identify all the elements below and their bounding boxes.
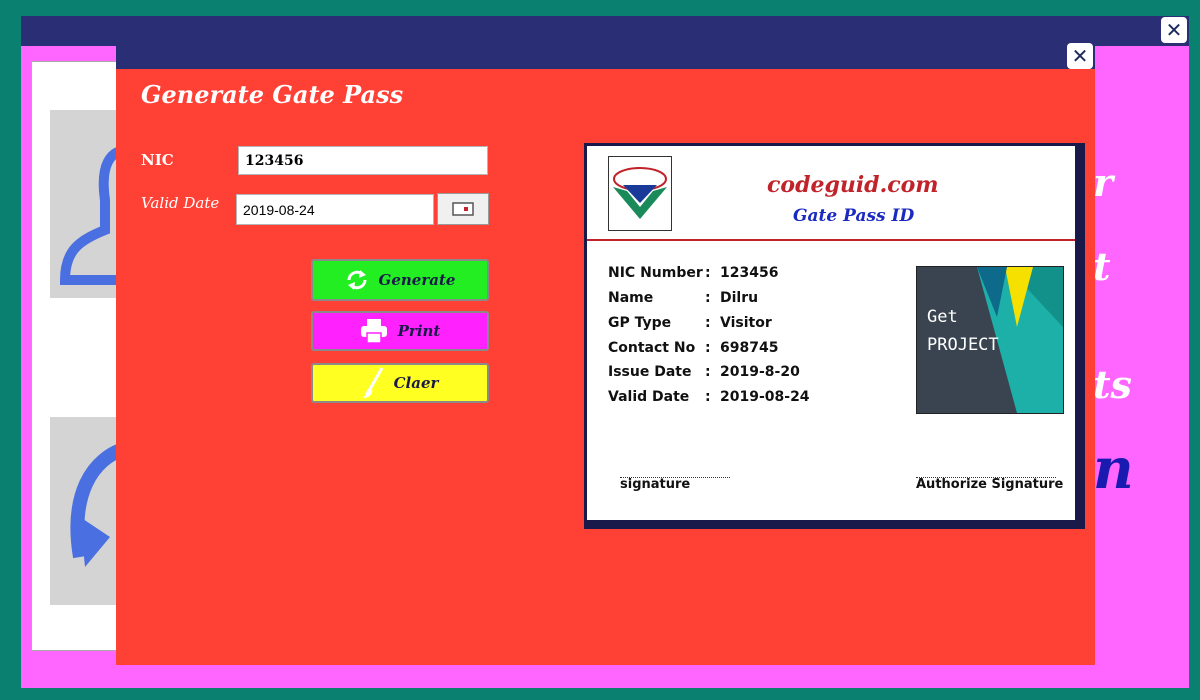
signature-label: signature (620, 477, 691, 492)
background-text-3: ts (1093, 362, 1132, 407)
card-row-colon: : (705, 340, 711, 356)
authorize-signature-label: Authorize Signature (916, 477, 1064, 492)
card-row-colon: : (705, 364, 711, 380)
close-icon[interactable]: ✕ (1067, 43, 1093, 69)
valid-date-input[interactable]: 2019-08-24 (236, 194, 434, 225)
card-site-name: codeguid.com (767, 172, 939, 198)
card-row-value-gp-type: Visitor (720, 315, 772, 331)
card-divider (587, 239, 1075, 241)
card-row-value-valid-date: 2019-08-24 (720, 389, 810, 405)
generate-label: Generate (378, 271, 456, 289)
brush-icon (362, 367, 383, 398)
card-row-label-valid-date: Valid Date (608, 389, 690, 405)
card-row-label-issue-date: Issue Date (608, 364, 692, 380)
refresh-icon (347, 270, 367, 290)
date-picker-button[interactable] (437, 193, 489, 225)
card-row-label-name: Name (608, 290, 654, 306)
printer-icon (360, 319, 387, 344)
card-row-colon: : (705, 290, 711, 306)
nic-label: NIC (141, 151, 174, 169)
valid-date-label: Valid Date (141, 194, 220, 212)
background-titlebar (21, 16, 1189, 46)
card-row-colon: : (705, 389, 711, 405)
nic-input-value: 123456 (245, 152, 304, 169)
photo-text-get: Get (927, 307, 958, 327)
clear-button[interactable]: Claer (311, 363, 489, 403)
card-subtitle: Gate Pass ID (793, 206, 915, 226)
card-row-colon: : (705, 315, 711, 331)
gate-pass-card: codeguid.com Gate Pass ID NIC Number Nam… (584, 143, 1085, 529)
background-text-4: n (1093, 436, 1134, 502)
background-text-2: t (1093, 244, 1111, 289)
print-button[interactable]: Print (311, 311, 489, 351)
card-row-value-contact: 698745 (720, 340, 779, 356)
clear-label: Claer (393, 374, 439, 392)
nic-input[interactable]: 123456 (238, 146, 488, 175)
generate-button[interactable]: Generate (311, 259, 489, 301)
card-row-value-nic: 123456 (720, 265, 779, 281)
card-row-label-nic: NIC Number (608, 265, 703, 281)
background-left-panel (31, 61, 133, 651)
valid-date-value: 2019-08-24 (243, 201, 315, 218)
card-row-value-name: Dilru (720, 290, 759, 306)
dialog-title: Generate Gate Pass (141, 80, 404, 109)
card-row-label-contact: Contact No (608, 340, 696, 356)
calendar-icon (452, 202, 474, 216)
photo-text-project: PROJECT (927, 335, 999, 355)
card-row-label-gp-type: GP Type (608, 315, 672, 331)
print-label: Print (397, 322, 441, 340)
dialog-titlebar (116, 43, 1095, 69)
visitor-photo: Get PROJECT (916, 266, 1064, 414)
card-row-value-issue-date: 2019-8-20 (720, 364, 800, 380)
logo-icon (608, 156, 672, 231)
card-row-colon: : (705, 265, 711, 281)
close-icon[interactable]: ✕ (1161, 17, 1187, 43)
gate-pass-dialog: ✕ Generate Gate Pass NIC 123456 Valid Da… (116, 43, 1095, 665)
background-text-1: r (1093, 160, 1114, 205)
